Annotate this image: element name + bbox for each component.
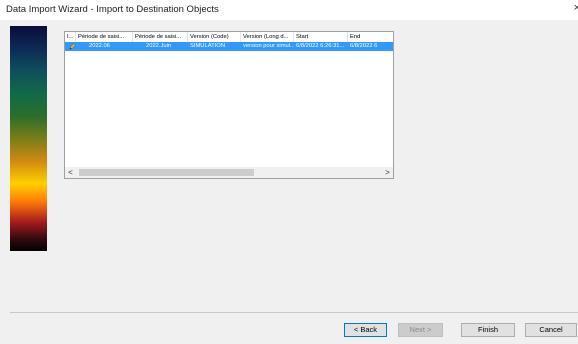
import-list[interactable]: I... Période de saisi... Période de sais… bbox=[64, 31, 394, 179]
wizard-banner-image bbox=[10, 26, 47, 251]
table-row[interactable]: 2022.06 2022.Juin SIMULATION version pou… bbox=[65, 42, 393, 51]
cell-version-long: version pour simul... bbox=[243, 43, 294, 49]
cell-end: 6/8/2022 6 bbox=[350, 43, 378, 49]
column-header-period-long[interactable]: Période de saisi... bbox=[133, 32, 188, 42]
column-header-version-code[interactable]: Version (Code) bbox=[188, 32, 241, 42]
next-button[interactable]: Next > bbox=[398, 323, 443, 337]
scrollbar-thumb[interactable] bbox=[79, 169, 254, 176]
column-header-icon[interactable]: I... bbox=[65, 32, 76, 42]
column-header-period-code[interactable]: Période de saisi... bbox=[76, 32, 133, 42]
close-icon[interactable]: × bbox=[574, 2, 578, 14]
column-header-end[interactable]: End bbox=[348, 32, 393, 42]
title-bar: Data Import Wizard - Import to Destinati… bbox=[0, 0, 578, 20]
cell-period-code: 2022.06 bbox=[89, 43, 110, 49]
cancel-button[interactable]: Cancel bbox=[525, 323, 577, 337]
column-header-version-long[interactable]: Version (Long d... bbox=[241, 32, 294, 42]
back-button[interactable]: < Back bbox=[344, 323, 387, 337]
cell-version-code: SIMULATION bbox=[190, 43, 225, 49]
divider bbox=[10, 312, 578, 313]
scroll-right-button[interactable]: > bbox=[382, 167, 393, 178]
pencil-icon bbox=[69, 43, 76, 50]
scroll-left-button[interactable]: < bbox=[65, 167, 76, 178]
column-header-start[interactable]: Start bbox=[294, 32, 348, 42]
window-title: Data Import Wizard - Import to Destinati… bbox=[6, 4, 219, 15]
horizontal-scrollbar[interactable]: < > bbox=[65, 167, 393, 178]
cell-start: 6/8/2022 6:26:31... bbox=[296, 43, 345, 49]
finish-button[interactable]: Finish bbox=[461, 323, 515, 337]
list-header: I... Période de saisi... Période de sais… bbox=[65, 32, 393, 42]
cell-period-long: 2022.Juin bbox=[146, 43, 172, 49]
